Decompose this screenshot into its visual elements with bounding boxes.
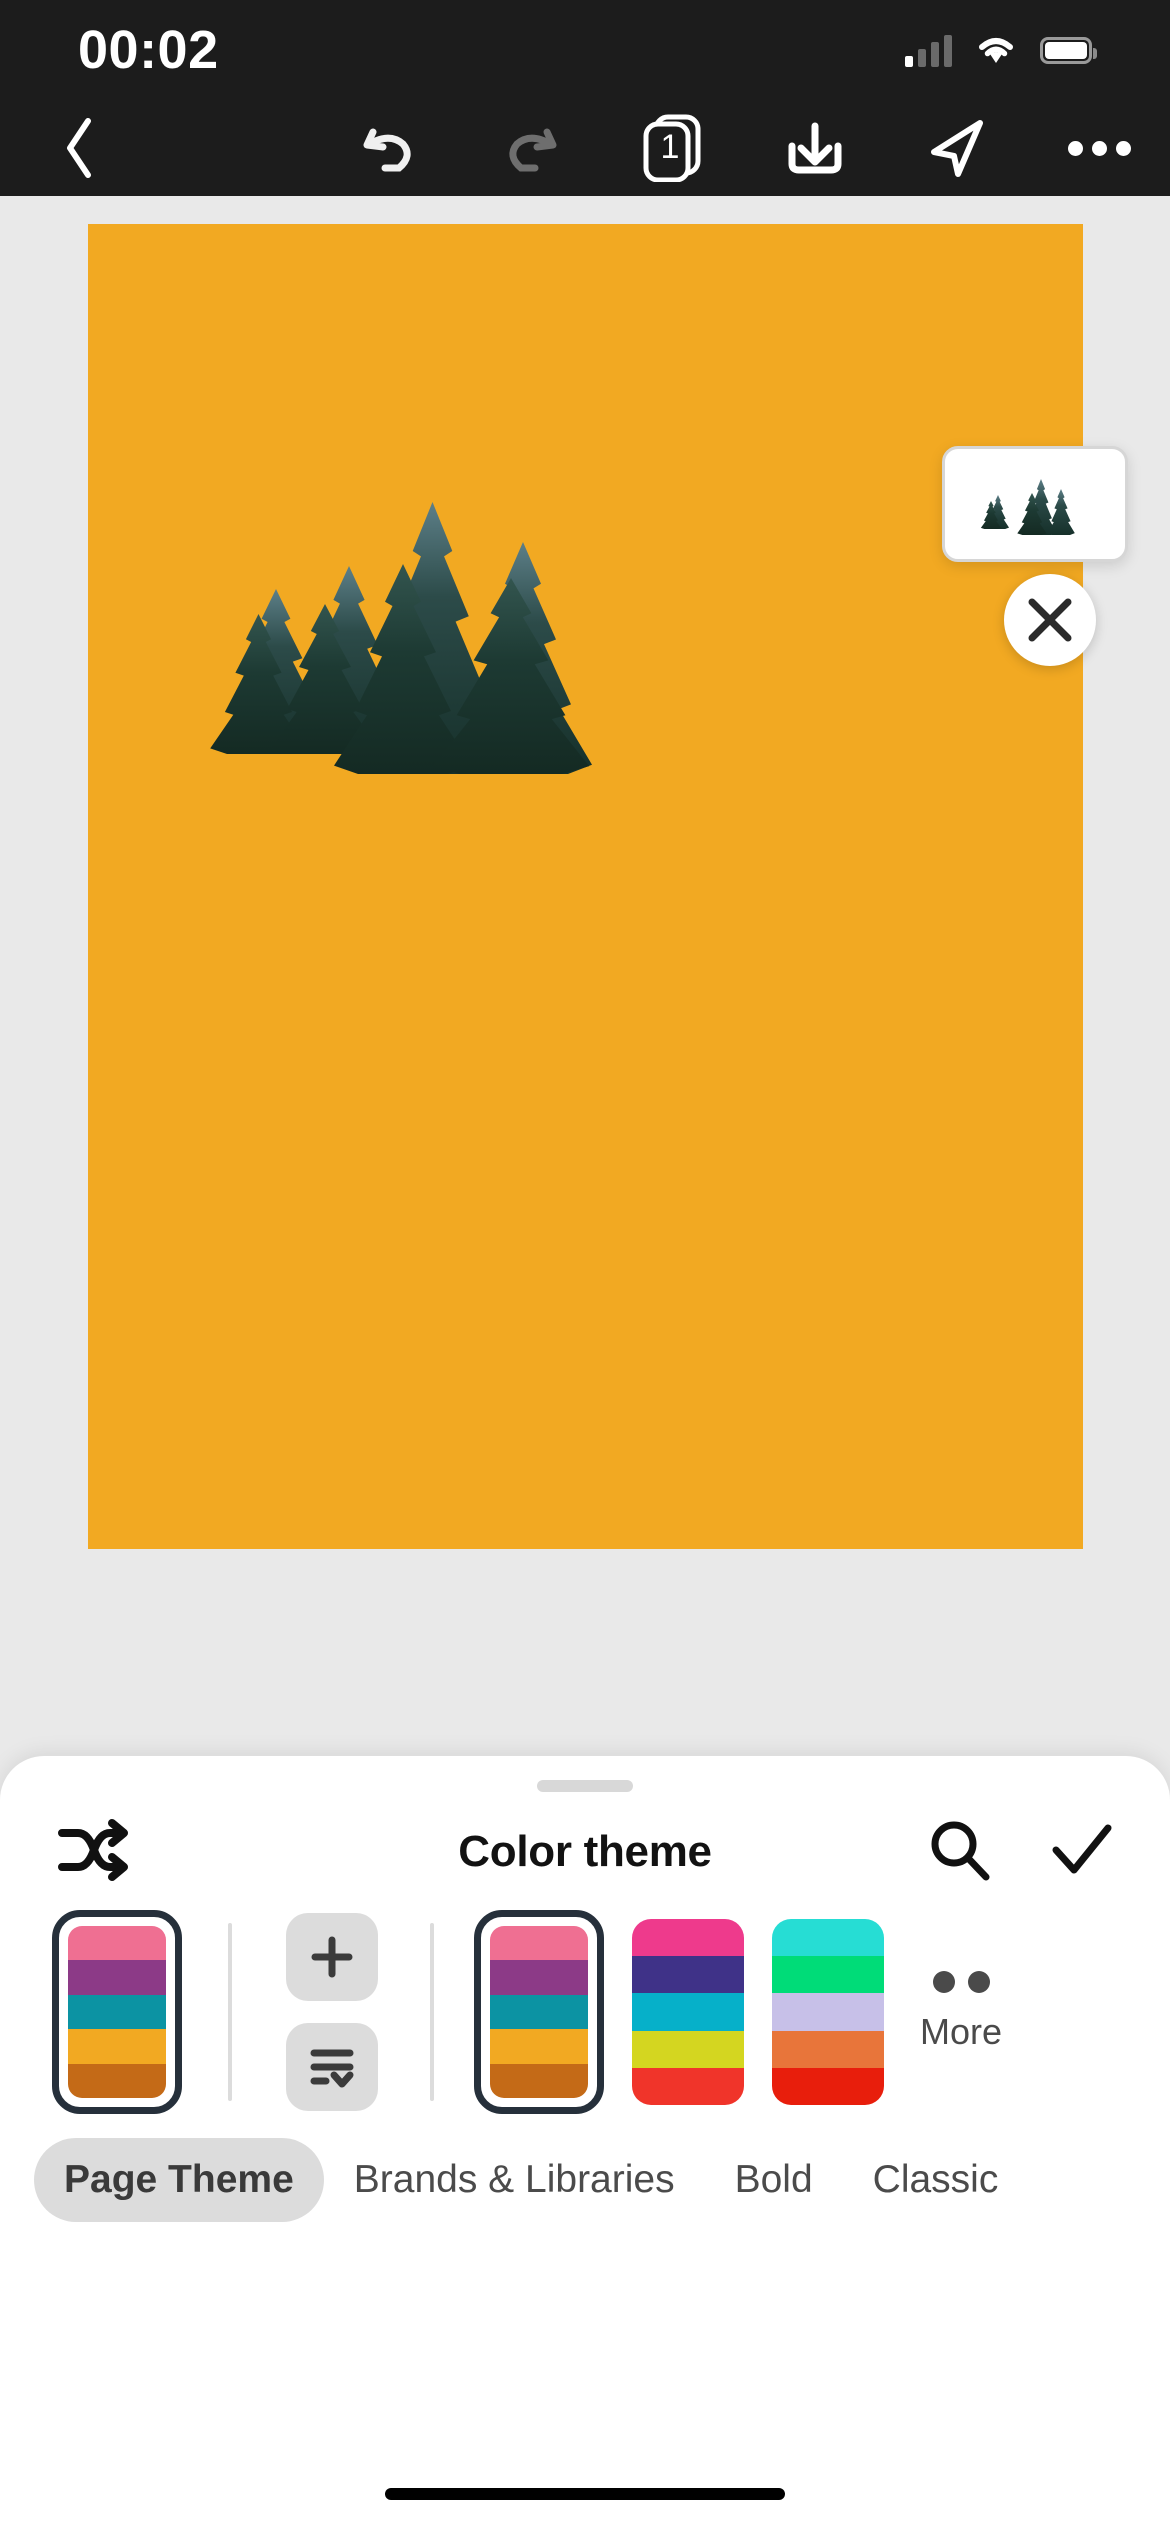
swatch-color-0 xyxy=(68,1926,166,1961)
shuffle-icon xyxy=(58,1818,128,1881)
palette-swatch xyxy=(68,1926,166,2098)
palette-swatch xyxy=(490,1926,588,2098)
more-button[interactable] xyxy=(1028,140,1170,156)
page-count-badge: 1 xyxy=(660,127,680,166)
divider xyxy=(430,1923,434,2101)
sheet-header: Color theme xyxy=(0,1792,1170,1912)
shuffle-button[interactable] xyxy=(56,1817,130,1888)
redo-icon xyxy=(509,128,557,172)
ellipsis-icon xyxy=(1067,140,1131,156)
selected-element-thumbnail[interactable] xyxy=(942,446,1128,562)
sheet-header-actions xyxy=(926,1817,1114,1888)
search-icon xyxy=(931,1821,990,1880)
swatch-color-3 xyxy=(632,2030,744,2068)
close-button[interactable] xyxy=(1004,574,1096,666)
swatch-color-3 xyxy=(68,2029,166,2064)
divider xyxy=(228,1923,232,2101)
pages-icon: 1 xyxy=(642,114,704,183)
trees-cutout-image-large[interactable] xyxy=(328,484,658,774)
search-button[interactable] xyxy=(926,1817,992,1888)
plus-icon xyxy=(311,1936,353,1978)
canvas-workspace[interactable] xyxy=(0,196,1170,1756)
swatch-color-4 xyxy=(68,2063,166,2098)
swatch-color-2 xyxy=(632,1993,744,2031)
sheet-drag-handle[interactable] xyxy=(537,1780,633,1792)
undo-button[interactable] xyxy=(318,112,460,184)
swatch-color-2 xyxy=(772,1993,884,2031)
color-theme-sheet: Color theme More Page Theme Brands & Lib… xyxy=(0,1756,1170,2532)
swatch-color-3 xyxy=(772,2030,884,2068)
redo-button[interactable] xyxy=(460,112,602,184)
chevron-left-icon xyxy=(67,118,91,178)
tab-brands-libraries[interactable]: Brands & Libraries xyxy=(324,2138,705,2222)
tab-page-theme[interactable]: Page Theme xyxy=(34,2138,324,2222)
swatch-color-3 xyxy=(490,2029,588,2064)
check-icon xyxy=(1052,1824,1112,1873)
home-indicator[interactable] xyxy=(385,2488,785,2500)
add-color-button[interactable] xyxy=(286,1913,378,2001)
app-root: 00:02 1 Color theme More Page Theme Bran… xyxy=(0,0,1170,2532)
palette-swatch-bold[interactable] xyxy=(632,1919,744,2105)
thumbnail-preview xyxy=(980,473,1090,535)
swatch-color-2 xyxy=(68,1994,166,2030)
more-label: More xyxy=(920,2011,1003,2052)
back-button[interactable] xyxy=(0,100,160,196)
swatch-color-1 xyxy=(772,1956,884,1994)
swatch-color-1 xyxy=(68,1960,166,1995)
palette-swatch-current[interactable] xyxy=(52,1910,182,2114)
more-palettes-button[interactable]: More xyxy=(920,1971,1002,2053)
palette-swatch-page-theme[interactable] xyxy=(474,1910,604,2114)
send-icon xyxy=(931,120,983,177)
status-time: 00:02 xyxy=(78,20,219,80)
swatch-color-4 xyxy=(772,2067,884,2105)
swatch-color-0 xyxy=(772,1919,884,1957)
download-button[interactable] xyxy=(744,112,886,184)
confirm-button[interactable] xyxy=(1050,1820,1114,1885)
list-sort-icon xyxy=(310,2049,354,2088)
tab-bold[interactable]: Bold xyxy=(705,2138,843,2222)
pages-button[interactable]: 1 xyxy=(602,114,744,183)
status-icons xyxy=(905,33,1097,67)
toolbar-actions: 1 xyxy=(318,112,1170,184)
editor-toolbar: 1 xyxy=(0,100,1170,196)
swatch-color-4 xyxy=(490,2063,588,2098)
palette-list[interactable]: More xyxy=(0,1910,1170,2114)
share-button[interactable] xyxy=(886,112,1028,184)
swatch-color-0 xyxy=(490,1926,588,1961)
swatch-color-1 xyxy=(632,1956,744,1994)
palette-tools xyxy=(286,1913,378,2111)
palette-swatch-classic[interactable] xyxy=(772,1919,884,2105)
design-page[interactable] xyxy=(88,224,1083,1549)
sheet-tabs: Page Theme Brands & Libraries Bold Class… xyxy=(0,2112,1170,2222)
swatch-color-2 xyxy=(490,1994,588,2030)
battery-icon xyxy=(1040,36,1097,64)
tab-classic[interactable]: Classic xyxy=(843,2138,1029,2222)
sort-palette-button[interactable] xyxy=(286,2023,378,2111)
download-icon xyxy=(788,122,842,174)
swatch-color-1 xyxy=(490,1960,588,1995)
status-bar: 00:02 xyxy=(0,0,1170,100)
wifi-icon xyxy=(979,38,1013,63)
swatch-color-4 xyxy=(632,2067,744,2105)
more-dots-icon xyxy=(932,1971,990,1993)
swatch-color-0 xyxy=(632,1919,744,1957)
undo-icon xyxy=(363,128,411,172)
close-icon xyxy=(1028,598,1072,642)
cellular-signal-icon xyxy=(905,33,952,67)
